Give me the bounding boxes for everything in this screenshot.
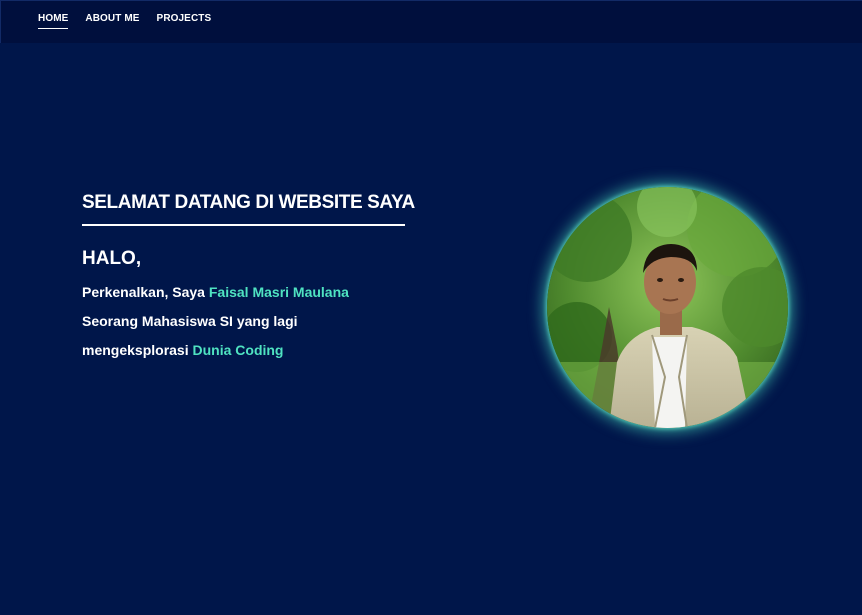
nav-item-home[interactable]: HOME [38,13,69,29]
nav-item-about-me[interactable]: ABOUT ME [85,13,139,29]
nav-list: HOME ABOUT ME PROJECTS [38,13,228,29]
page: HOME ABOUT ME PROJECTS SELAMAT DATANG DI… [0,0,862,615]
owner-name: Faisal Masri Maulana [208,284,349,300]
hero-section: SELAMAT DATANG DI WEBSITE SAYA HALO, Per… [82,192,415,365]
greeting-heading: HALO, [82,248,142,269]
profile-photo-image [547,187,788,428]
nav-item-projects[interactable]: PROJECTS [157,13,212,29]
profile-photo [547,187,788,428]
coding-highlight: Dunia Coding [192,342,284,358]
intro-line-1: Perkenalkan, Saya Faisal Masri Maulana [82,278,412,307]
hero-title: SELAMAT DATANG DI WEBSITE SAYA [82,192,415,226]
intro-line-3: mengeksplorasi Dunia Coding [82,336,412,365]
intro-line-2: Seorang Mahasiswa SI yang lagi [82,313,298,329]
intro-line-3-prefix: mengeksplorasi [82,342,193,358]
navbar: HOME ABOUT ME PROJECTS [0,0,862,43]
intro-line-1-prefix: Perkenalkan, Saya [82,284,209,300]
